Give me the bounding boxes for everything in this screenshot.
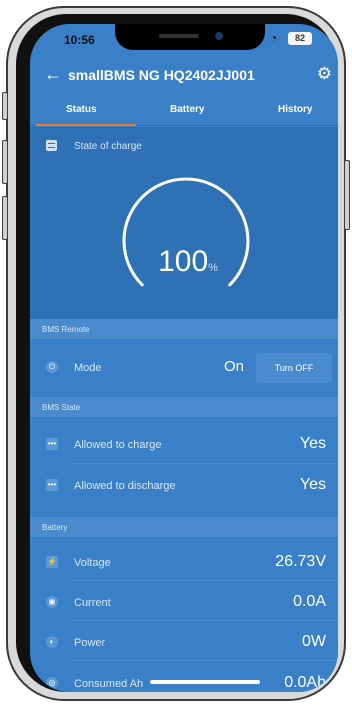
row-divider bbox=[70, 463, 338, 464]
current-value: 0.0A bbox=[293, 593, 326, 610]
tab-bar: Status Battery History bbox=[30, 96, 338, 126]
tab-status[interactable]: Status bbox=[66, 104, 97, 115]
voltage-value: 26.73V bbox=[275, 553, 326, 570]
battery-indicator: 82 bbox=[288, 32, 312, 45]
power-button bbox=[344, 160, 350, 230]
row-divider bbox=[70, 580, 338, 581]
section-battery: Battery bbox=[30, 517, 338, 537]
power-meter-icon: ◐ bbox=[46, 636, 58, 648]
home-indicator[interactable] bbox=[150, 680, 260, 684]
state-of-charge-panel: State of charge 100% bbox=[30, 127, 338, 343]
list-icon bbox=[46, 140, 57, 151]
allowed-discharge-label: Allowed to discharge bbox=[74, 480, 176, 492]
notch bbox=[115, 24, 265, 50]
mode-label: Mode bbox=[74, 362, 102, 374]
active-tab-indicator bbox=[36, 124, 136, 126]
turn-off-button[interactable]: Turn OFF bbox=[256, 353, 332, 383]
status-bar: 10:56 ◔ 82 bbox=[30, 24, 338, 56]
power-value: 0W bbox=[302, 633, 326, 650]
dots-icon: ••• bbox=[46, 479, 58, 491]
voltage-label: Voltage bbox=[74, 557, 111, 569]
row-divider bbox=[70, 620, 338, 621]
soc-value: 100 bbox=[158, 245, 209, 278]
current-label: Current bbox=[74, 597, 111, 609]
soc-label: State of charge bbox=[74, 141, 142, 152]
status-time: 10:56 bbox=[64, 33, 95, 47]
tab-history[interactable]: History bbox=[278, 104, 312, 115]
power-icon: ⏻ bbox=[46, 361, 58, 373]
gear-icon[interactable]: ⚙ bbox=[317, 64, 332, 84]
allowed-discharge-value: Yes bbox=[299, 476, 326, 493]
allowed-charge-value: Yes bbox=[299, 435, 326, 452]
current-icon: ◉ bbox=[46, 596, 58, 608]
speaker-grille bbox=[159, 34, 199, 38]
volume-up-button bbox=[2, 140, 8, 184]
section-bms-state: BMS State bbox=[30, 397, 338, 417]
bms-state-rows: ••• Allowed to charge Yes ••• Allowed to… bbox=[30, 417, 338, 517]
volume-down-button bbox=[2, 196, 8, 240]
section-bms-remote: BMS Remote bbox=[30, 319, 338, 339]
consumed-label: Consumed Ah bbox=[74, 678, 144, 690]
back-arrow-icon[interactable]: ← bbox=[44, 64, 62, 85]
allowed-charge-label: Allowed to charge bbox=[74, 439, 162, 451]
silent-switch bbox=[2, 92, 8, 120]
page-title: smallBMS NG HQ2402JJ001 bbox=[68, 67, 255, 83]
camera-dot bbox=[215, 32, 223, 40]
row-divider bbox=[70, 660, 338, 661]
mode-value: On bbox=[223, 358, 244, 375]
soc-unit: % bbox=[208, 262, 218, 274]
soc-gauge bbox=[122, 177, 250, 287]
app-header: ← smallBMS NG HQ2402JJ001 ⚙ bbox=[30, 56, 338, 96]
battery-rows: ⚡ Voltage 26.73V ◉ Current 0.0A ◐ Power … bbox=[30, 537, 338, 692]
soc-value-wrap: 100% bbox=[148, 245, 228, 279]
consumed-icon: ◎ bbox=[46, 677, 58, 689]
wifi-icon: ◔ bbox=[270, 31, 278, 45]
power-label: Power bbox=[74, 637, 106, 649]
consumed-value: 0.0Ah bbox=[284, 674, 326, 691]
app-screen: 10:56 ◔ 82 ← smallBMS NG HQ2402JJ001 ⚙ S… bbox=[30, 24, 338, 692]
tab-battery[interactable]: Battery bbox=[170, 104, 204, 115]
bolt-icon: ⚡ bbox=[46, 556, 58, 568]
dots-icon: ••• bbox=[46, 438, 58, 450]
